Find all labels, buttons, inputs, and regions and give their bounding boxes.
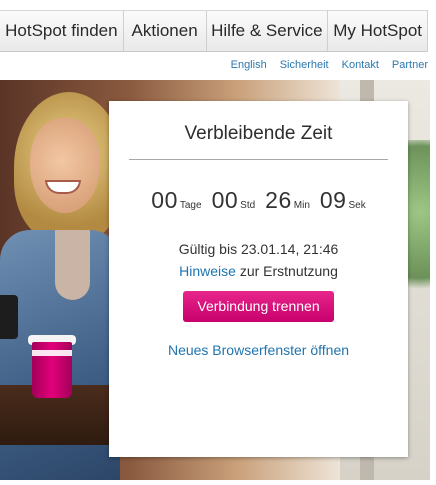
disconnect-button[interactable]: Verbindung trennen	[183, 291, 334, 322]
timer-minutes-label: Min	[293, 200, 310, 211]
remaining-time-counter: 00 Tage 00 Std 26 Min 09 Sek	[109, 187, 408, 214]
hint-suffix-text: zur Erstnutzung	[235, 263, 338, 279]
nav-item-hilfe-service[interactable]: Hilfe & Service	[207, 11, 329, 51]
timer-days-label: Tage	[179, 200, 202, 211]
link-kontakt[interactable]: Kontakt	[342, 59, 379, 71]
nav-item-aktionen[interactable]: Aktionen	[124, 11, 207, 51]
hero-woman-scarf	[55, 230, 90, 300]
first-use-hint: Hinweise zur Erstnutzung	[109, 263, 408, 279]
timer-minutes-value: 26	[265, 187, 292, 213]
timer-days-value: 00	[151, 187, 178, 213]
card-title: Verbleibende Zeit	[184, 123, 333, 144]
hints-link[interactable]: Hinweise	[179, 263, 236, 279]
timer-days: 00 Tage	[151, 187, 201, 214]
timer-hours-label: Std	[240, 200, 256, 211]
hero-phone	[0, 295, 18, 339]
new-window-row: Neues Browserfenster öffnen	[109, 342, 408, 358]
hero-woman-face	[30, 118, 100, 213]
title-divider	[129, 159, 388, 160]
link-sicherheit[interactable]: Sicherheit	[280, 59, 329, 71]
timer-hours-value: 00	[211, 187, 239, 213]
timer-seconds-label: Sek	[348, 200, 366, 211]
timer-minutes: 26 Min	[265, 187, 310, 214]
timer-hours: 00 Std	[212, 187, 256, 214]
main-navigation: HotSpot finden Aktionen Hilfe & Service …	[0, 10, 428, 52]
utility-links: English Sicherheit Kontakt Partner	[231, 59, 428, 71]
timer-seconds-value: 09	[319, 187, 347, 213]
nav-item-my-hotspot[interactable]: My HotSpot	[328, 11, 427, 51]
timer-seconds: 09 Sek	[320, 187, 366, 214]
link-partner[interactable]: Partner	[392, 59, 428, 71]
hero-cup-sleeve	[32, 350, 72, 356]
new-browser-window-link[interactable]: Neues Browserfenster öffnen	[168, 342, 349, 358]
link-english[interactable]: English	[231, 59, 267, 71]
valid-until-text: Gültig bis 23.01.14, 21:46	[178, 241, 339, 257]
nav-item-hotspot-finden[interactable]: HotSpot finden	[0, 11, 124, 51]
session-card: Verbleibende Zeit 00 Tage 00 Std 26 Min …	[109, 101, 408, 457]
